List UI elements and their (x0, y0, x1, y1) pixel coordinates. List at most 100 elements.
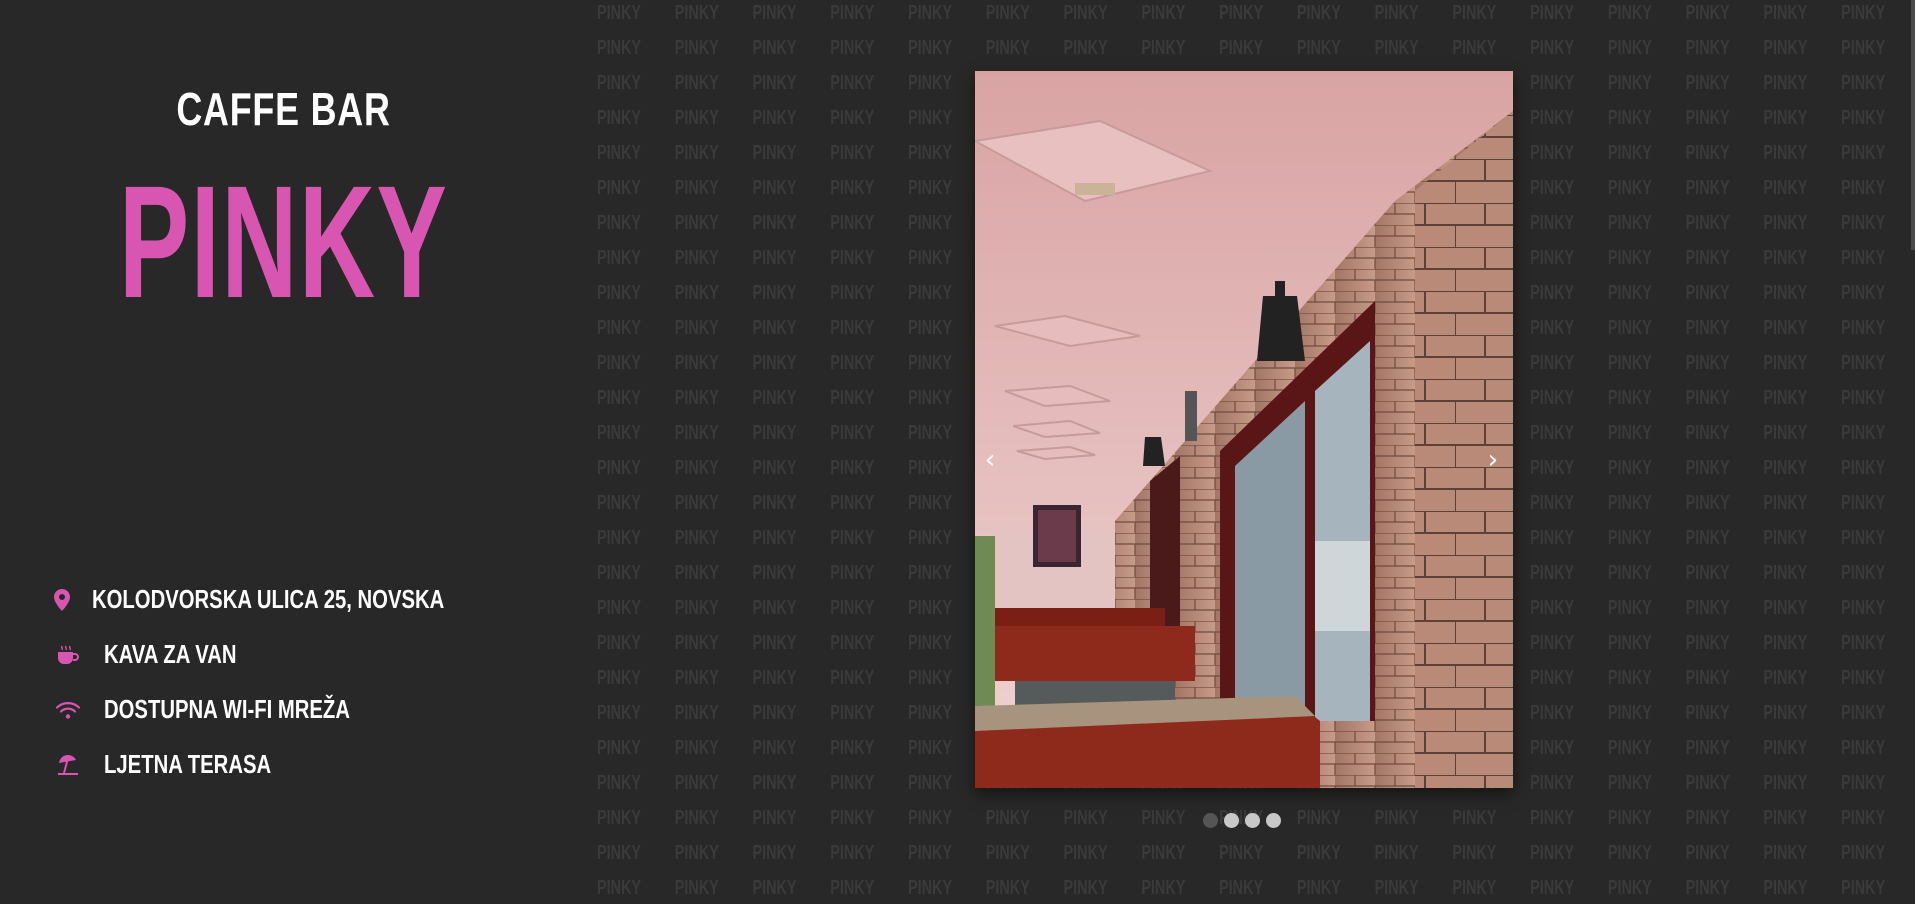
watermark-word: PINKY (830, 107, 875, 129)
carousel-dot[interactable] (1224, 813, 1239, 828)
watermark-word: PINKY (1530, 457, 1575, 479)
watermark-word: PINKY (752, 72, 797, 94)
features-list: KOLODVORSKA ULICA 25, NOVSKA KAVA ZA VAN… (54, 572, 534, 792)
watermark-word: PINKY (1374, 2, 1419, 24)
watermark-word: PINKY (1530, 387, 1575, 409)
coffee-cup-icon (54, 641, 82, 669)
watermark-word: PINKY (674, 142, 719, 164)
watermark-word: PINKY (752, 247, 797, 269)
watermark-word: PINKY (1763, 737, 1808, 759)
watermark-word: PINKY (1763, 142, 1808, 164)
watermark-word: PINKY (1530, 877, 1575, 899)
watermark-word: PINKY (1530, 632, 1575, 654)
watermark-word: PINKY (752, 772, 797, 794)
watermark-word: PINKY (752, 37, 797, 59)
feature-label-takeaway: KAVA ZA VAN (104, 639, 237, 669)
watermark-word: PINKY (1141, 877, 1186, 899)
watermark-word: PINKY (1452, 37, 1497, 59)
watermark-word: PINKY (1841, 562, 1886, 584)
watermark-word: PINKY (1685, 387, 1730, 409)
watermark-word: PINKY (1841, 667, 1886, 689)
feature-address: KOLODVORSKA ULICA 25, NOVSKA (54, 572, 534, 627)
watermark-word: PINKY (752, 597, 797, 619)
watermark-word: PINKY (1296, 877, 1341, 899)
watermark-word: PINKY (1530, 422, 1575, 444)
watermark-word: PINKY (830, 72, 875, 94)
watermark-word: PINKY (1763, 352, 1808, 374)
watermark-word: PINKY (597, 352, 642, 374)
watermark-word: PINKY (830, 667, 875, 689)
watermark-word: PINKY (830, 212, 875, 234)
watermark-word: PINKY (830, 422, 875, 444)
watermark-word: PINKY (1841, 352, 1886, 374)
watermark-word: PINKY (1685, 667, 1730, 689)
watermark-word: PINKY (597, 597, 642, 619)
feature-label-wifi: DOSTUPNA WI-FI MREŽA (104, 694, 350, 724)
carousel-dot[interactable] (1245, 813, 1260, 828)
watermark-word: PINKY (1841, 842, 1886, 864)
watermark-word: PINKY (1841, 737, 1886, 759)
watermark-word: PINKY (597, 212, 642, 234)
watermark-word: PINKY (830, 597, 875, 619)
watermark-word: PINKY (674, 247, 719, 269)
watermark-word: PINKY (1530, 527, 1575, 549)
watermark-word: PINKY (1841, 422, 1886, 444)
watermark-word: PINKY (597, 72, 642, 94)
watermark-word: PINKY (1607, 667, 1652, 689)
watermark-word: PINKY (908, 2, 953, 24)
watermark-word: PINKY (752, 317, 797, 339)
watermark-word: PINKY (1607, 352, 1652, 374)
watermark-word: PINKY (597, 737, 642, 759)
watermark-word: PINKY (830, 457, 875, 479)
watermark-word: PINKY (1763, 527, 1808, 549)
watermark-word: PINKY (597, 142, 642, 164)
watermark-word: PINKY (1063, 2, 1108, 24)
watermark-word: PINKY (1685, 212, 1730, 234)
watermark-word: PINKY (1530, 212, 1575, 234)
watermark-word: PINKY (1607, 387, 1652, 409)
watermark-word: PINKY (1763, 387, 1808, 409)
carousel-prev-arrow[interactable]: ‹ (975, 440, 1005, 480)
carousel-dots (1203, 813, 1281, 828)
carousel-dot[interactable] (1203, 813, 1218, 828)
carousel-dot[interactable] (1266, 813, 1281, 828)
watermark-word: PINKY (1063, 842, 1108, 864)
watermark-word: PINKY (1452, 807, 1497, 829)
watermark-word: PINKY (1685, 527, 1730, 549)
watermark-word: PINKY (597, 457, 642, 479)
watermark-word: PINKY (1763, 212, 1808, 234)
watermark-word: PINKY (1607, 702, 1652, 724)
watermark-word: PINKY (830, 527, 875, 549)
watermark-word: PINKY (1763, 177, 1808, 199)
watermark-word: PINKY (1763, 702, 1808, 724)
watermark-word: PINKY (674, 422, 719, 444)
watermark-word: PINKY (830, 317, 875, 339)
carousel-next-arrow[interactable]: › (1478, 440, 1508, 480)
watermark-word: PINKY (1607, 142, 1652, 164)
watermark-word: PINKY (597, 107, 642, 129)
watermark-word: PINKY (1452, 842, 1497, 864)
photo-carousel[interactable] (975, 71, 1513, 788)
watermark-word: PINKY (752, 562, 797, 584)
page: PINKY PINKY PINKY PINKY PINKY PINKY PINKY PINKY… (0, 0, 1915, 904)
watermark-word: PINKY (597, 667, 642, 689)
watermark-word: PINKY (597, 527, 642, 549)
watermark-word: PINKY (752, 877, 797, 899)
watermark-word: PINKY (1530, 737, 1575, 759)
watermark-word: PINKY (597, 807, 642, 829)
watermark-word: PINKY (1763, 807, 1808, 829)
watermark-word: PINKY (1530, 702, 1575, 724)
watermark-word: PINKY (830, 492, 875, 514)
page-scrollbar[interactable] (1911, 0, 1915, 250)
watermark-word: PINKY (1141, 842, 1186, 864)
watermark-word: PINKY (1607, 772, 1652, 794)
watermark-word: PINKY (1374, 877, 1419, 899)
watermark-word: PINKY (674, 2, 719, 24)
watermark-word: PINKY (1530, 72, 1575, 94)
watermark-word: PINKY (674, 107, 719, 129)
watermark-word: PINKY (830, 877, 875, 899)
watermark-word: PINKY (985, 842, 1030, 864)
watermark-word: PINKY (1763, 562, 1808, 584)
watermark-word: PINKY (1530, 772, 1575, 794)
watermark-word: PINKY (752, 352, 797, 374)
